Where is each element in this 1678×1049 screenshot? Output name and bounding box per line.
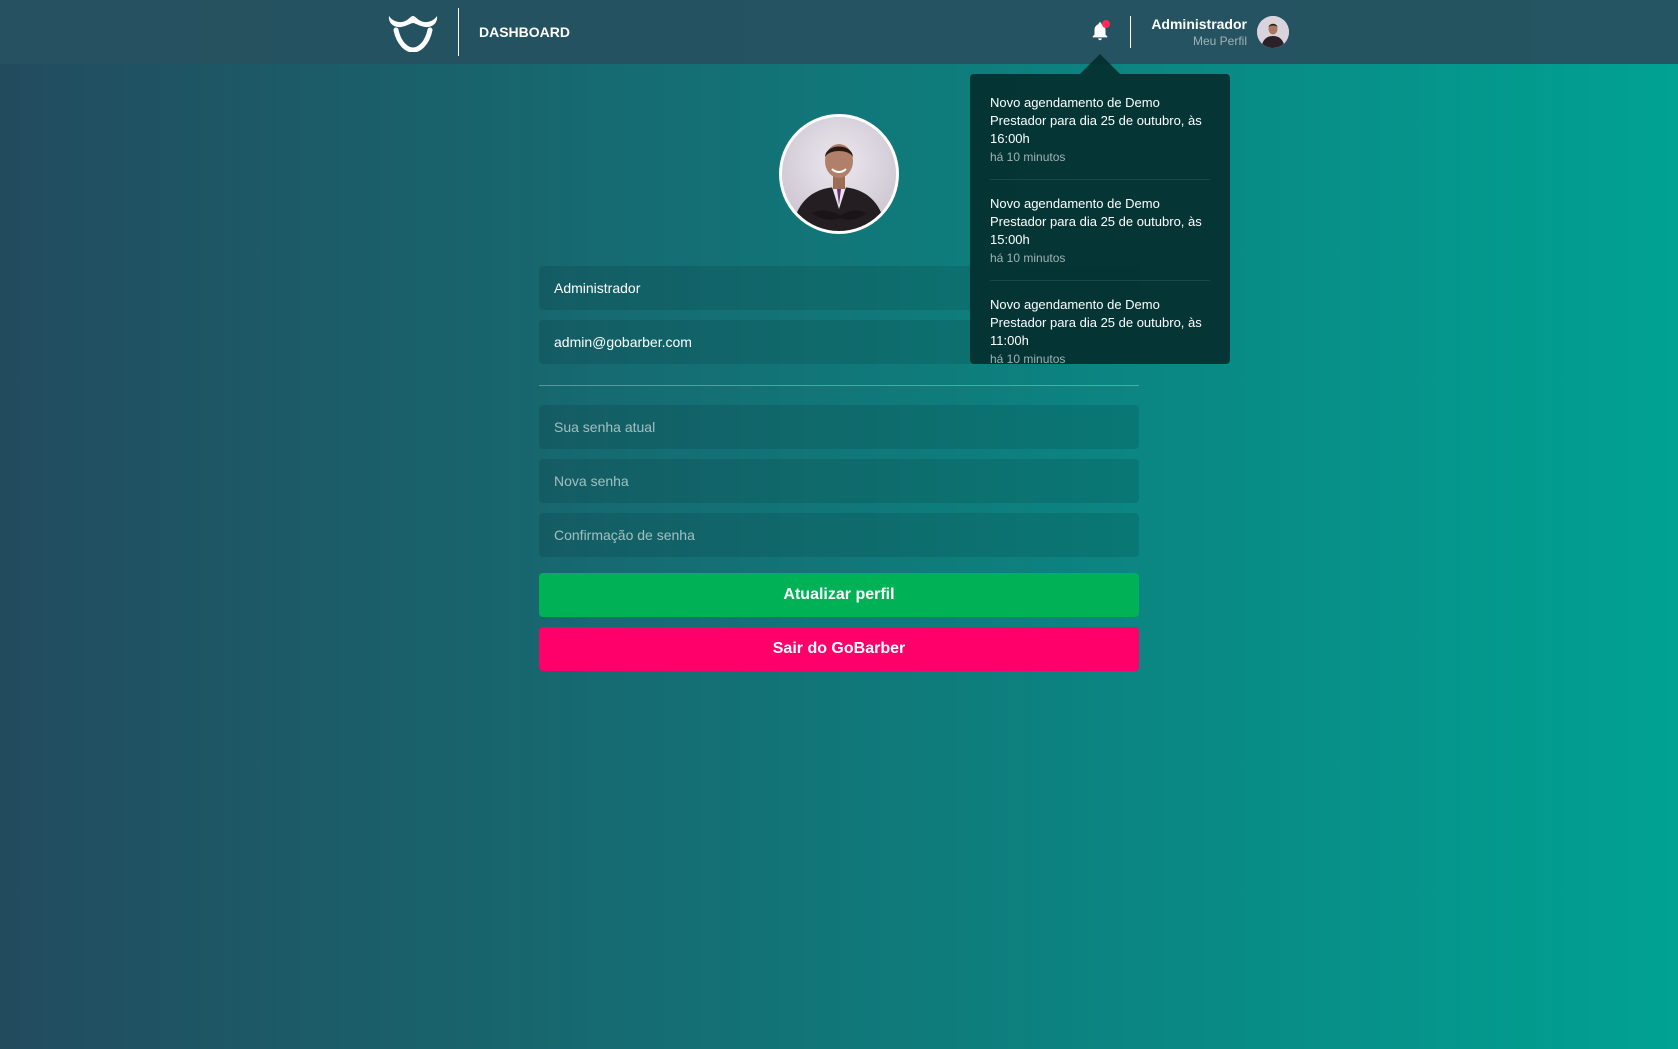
header-divider — [458, 8, 459, 56]
current-password-input[interactable] — [539, 405, 1139, 449]
notification-list[interactable]: Novo agendamento de Demo Prestador para … — [970, 74, 1230, 364]
notification-text: Novo agendamento de Demo Prestador para … — [990, 196, 1202, 247]
update-profile-button[interactable]: Atualizar perfil — [539, 573, 1139, 617]
nav-dashboard-link[interactable]: DASHBOARD — [479, 24, 570, 40]
notification-item[interactable]: Novo agendamento de Demo Prestador para … — [990, 195, 1210, 281]
notification-time: há 10 minutos — [990, 352, 1066, 364]
notification-popover-arrow — [1080, 54, 1120, 74]
notification-badge — [1102, 20, 1110, 28]
notification-item[interactable]: Novo agendamento de Demo Prestador para … — [990, 94, 1210, 180]
form-divider — [539, 385, 1139, 386]
notification-text: Novo agendamento de Demo Prestador para … — [990, 95, 1202, 146]
notification-time: há 10 minutos — [990, 150, 1066, 164]
avatar-photo — [782, 117, 896, 231]
confirm-password-input[interactable] — [539, 513, 1139, 557]
logout-button[interactable]: Sair do GoBarber — [539, 627, 1139, 671]
profile-name: Administrador — [1151, 16, 1247, 32]
notification-text: Novo agendamento de Demo Prestador para … — [990, 297, 1202, 348]
new-password-input[interactable] — [539, 459, 1139, 503]
header-avatar[interactable] — [1257, 16, 1289, 48]
avatar-photo — [1257, 16, 1289, 48]
notification-item[interactable]: Novo agendamento de Demo Prestador para … — [990, 296, 1210, 364]
profile-avatar[interactable] — [779, 114, 899, 234]
mustache-logo-icon[interactable] — [387, 12, 439, 52]
profile-divider — [1130, 16, 1131, 48]
my-profile-link[interactable]: Meu Perfil — [1193, 34, 1247, 48]
notification-time: há 10 minutos — [990, 251, 1066, 265]
top-header: DASHBOARD Administrador Meu Perfil — [0, 0, 1678, 64]
